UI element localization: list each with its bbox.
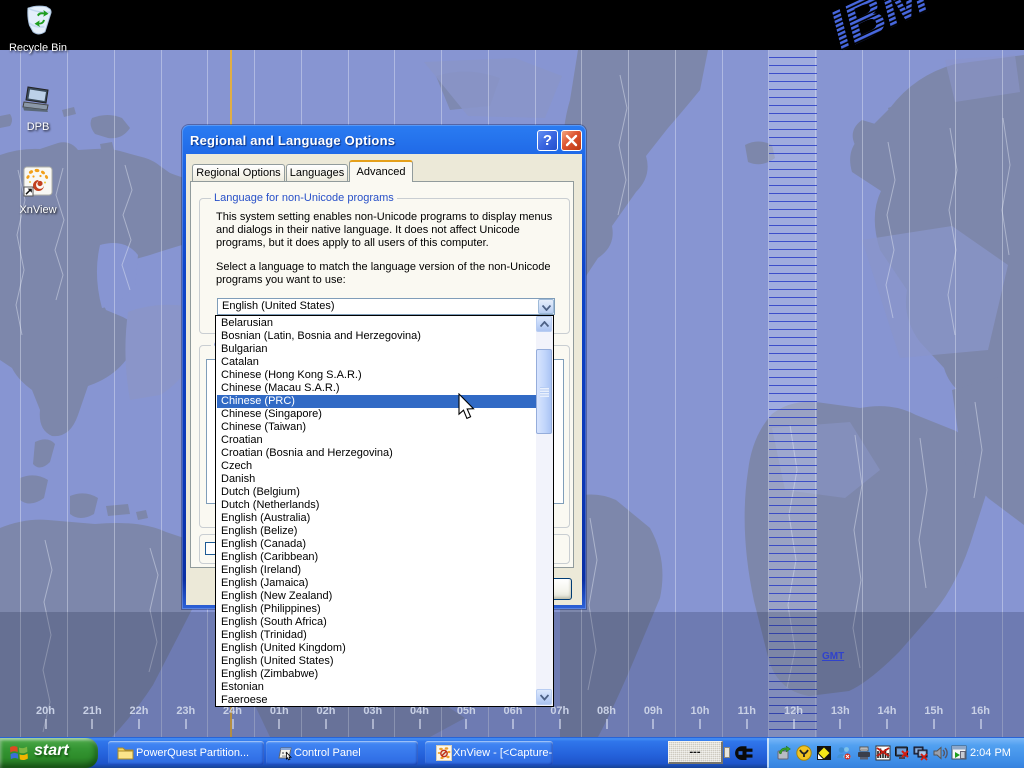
svg-text:IBM: IBM xyxy=(820,0,939,52)
